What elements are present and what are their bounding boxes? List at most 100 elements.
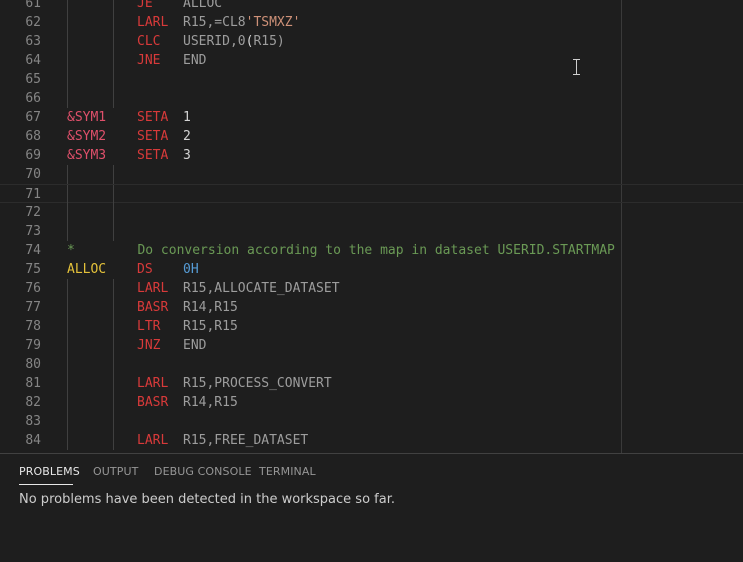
indent-guide xyxy=(67,393,68,412)
code-operand: R15,FREE_DATASET xyxy=(183,433,309,448)
code-line[interactable]: 82 BASR R14,R15 xyxy=(0,393,743,412)
code-line[interactable]: 81 LARL R15,PROCESS_CONVERT xyxy=(0,374,743,393)
code-line[interactable]: 78 LTR R15,R15 xyxy=(0,317,743,336)
line-number: 83 xyxy=(25,414,41,429)
indent-guide xyxy=(113,393,114,412)
active-tab-indicator xyxy=(19,484,73,485)
line-number: 76 xyxy=(25,281,41,296)
indent-guide xyxy=(113,203,114,222)
code-op: JNZ xyxy=(137,338,161,353)
code-operand: R14,R15 xyxy=(183,395,238,410)
indent-guide xyxy=(67,203,68,222)
code-line[interactable]: 71 xyxy=(0,184,743,204)
code-line[interactable]: 70 xyxy=(0,165,743,184)
code-line[interactable]: 77 BASR R14,R15 xyxy=(0,298,743,317)
code-operand: USERID,0(R15) xyxy=(183,34,285,49)
indent-guide xyxy=(113,431,114,450)
indent-guide xyxy=(67,51,68,70)
code-line[interactable]: 80 xyxy=(0,355,743,374)
indent-guide xyxy=(67,279,68,298)
code-line[interactable]: 72 xyxy=(0,203,743,222)
code-op: BASR xyxy=(137,395,169,410)
code-line[interactable]: 76 LARL R15,ALLOCATE_DATASET xyxy=(0,279,743,298)
tab-problems[interactable]: PROBLEMS xyxy=(19,465,80,478)
indent-guide xyxy=(113,165,114,184)
indent-guide xyxy=(113,298,114,317)
code-label: &SYM2 xyxy=(67,129,107,144)
code-op: SETA xyxy=(137,110,169,125)
indent-guide xyxy=(113,412,114,431)
line-number: 68 xyxy=(25,129,41,144)
code-operand: 0H xyxy=(183,262,199,277)
tab-terminal[interactable]: TERMINAL xyxy=(259,465,316,478)
code-operand: ALLOC xyxy=(183,0,223,11)
indent-guide xyxy=(67,317,68,336)
line-number: 72 xyxy=(25,205,41,220)
code-line[interactable]: 75 ALLOC DS 0H xyxy=(0,260,743,279)
code-line[interactable]: 69 &SYM3 SETA 3 xyxy=(0,146,743,165)
indent-guide xyxy=(113,13,114,32)
code-operand: 3 xyxy=(183,148,191,163)
code-label: ALLOC xyxy=(67,262,107,277)
line-number: 81 xyxy=(25,376,41,391)
indent-guide xyxy=(67,165,68,184)
line-number: 62 xyxy=(25,15,41,30)
indent-guide xyxy=(113,279,114,298)
code-line[interactable]: 64 JNE END xyxy=(0,51,743,70)
code-line[interactable]: 61 JE ALLOC xyxy=(0,0,743,13)
line-number: 78 xyxy=(25,319,41,334)
indent-guide xyxy=(67,336,68,355)
line-number: 77 xyxy=(25,300,41,315)
code-operand: R14,R15 xyxy=(183,300,238,315)
code-line[interactable]: 68 &SYM2 SETA 2 xyxy=(0,127,743,146)
code-op: SETA xyxy=(137,148,169,163)
code-line[interactable]: 79 JNZ END xyxy=(0,336,743,355)
code-op: JNE xyxy=(137,53,161,68)
line-number: 75 xyxy=(25,262,41,277)
indent-guide xyxy=(67,70,68,89)
code-line[interactable]: 65 xyxy=(0,70,743,89)
indent-guide xyxy=(67,32,68,51)
code-operand: R15,=CL8'TSMXZ' xyxy=(183,15,301,30)
line-number: 65 xyxy=(25,72,41,87)
tab-output[interactable]: OUTPUT xyxy=(93,465,138,478)
indent-guide xyxy=(113,222,114,241)
line-number: 66 xyxy=(25,91,41,106)
indent-guide xyxy=(113,374,114,393)
code-line[interactable]: 66 xyxy=(0,89,743,108)
indent-guide xyxy=(67,89,68,108)
indent-guide xyxy=(67,431,68,450)
indent-guide xyxy=(113,355,114,374)
code-operand: END xyxy=(183,53,207,68)
code-line[interactable]: 63 CLC USERID,0(R15) xyxy=(0,32,743,51)
code-line[interactable]: 73 xyxy=(0,222,743,241)
code-op: CLC xyxy=(137,34,161,49)
line-number: 69 xyxy=(25,148,41,163)
code-operand: R15,R15 xyxy=(183,319,238,334)
indent-guide xyxy=(113,317,114,336)
indent-guide xyxy=(113,0,114,13)
line-number: 84 xyxy=(25,433,41,448)
code-operand: 2 xyxy=(183,129,191,144)
code-line[interactable]: 62 LARL R15,=CL8'TSMXZ' xyxy=(0,13,743,32)
code-op: JE xyxy=(137,0,153,11)
code-editor[interactable]: 61 JE ALLOC 62 LARL R15,=CL8'TSMXZ' 63 CLC USERI… xyxy=(0,0,743,453)
indent-guide xyxy=(67,298,68,317)
code-op: LARL xyxy=(137,281,169,296)
bottom-panel: PROBLEMS OUTPUT DEBUG CONSOLE TERMINAL N… xyxy=(0,453,743,562)
line-number: 67 xyxy=(25,110,41,125)
indent-guide xyxy=(67,0,68,13)
line-number: 82 xyxy=(25,395,41,410)
tab-debug-console[interactable]: DEBUG CONSOLE xyxy=(154,465,252,478)
code-line[interactable]: 84 LARL R15,FREE_DATASET xyxy=(0,431,743,450)
line-number: 80 xyxy=(25,357,41,372)
text-cursor-icon xyxy=(572,59,582,76)
code-line[interactable]: 74 * Do conversion according to the map i… xyxy=(0,241,743,260)
code-op: LARL xyxy=(137,376,169,391)
line-number: 61 xyxy=(25,0,41,11)
code-line[interactable]: 83 xyxy=(0,412,743,431)
line-number: 64 xyxy=(25,53,41,68)
line-number: 63 xyxy=(25,34,41,49)
code-line[interactable]: 67 &SYM1 SETA 1 xyxy=(0,108,743,127)
indent-guide xyxy=(113,51,114,70)
